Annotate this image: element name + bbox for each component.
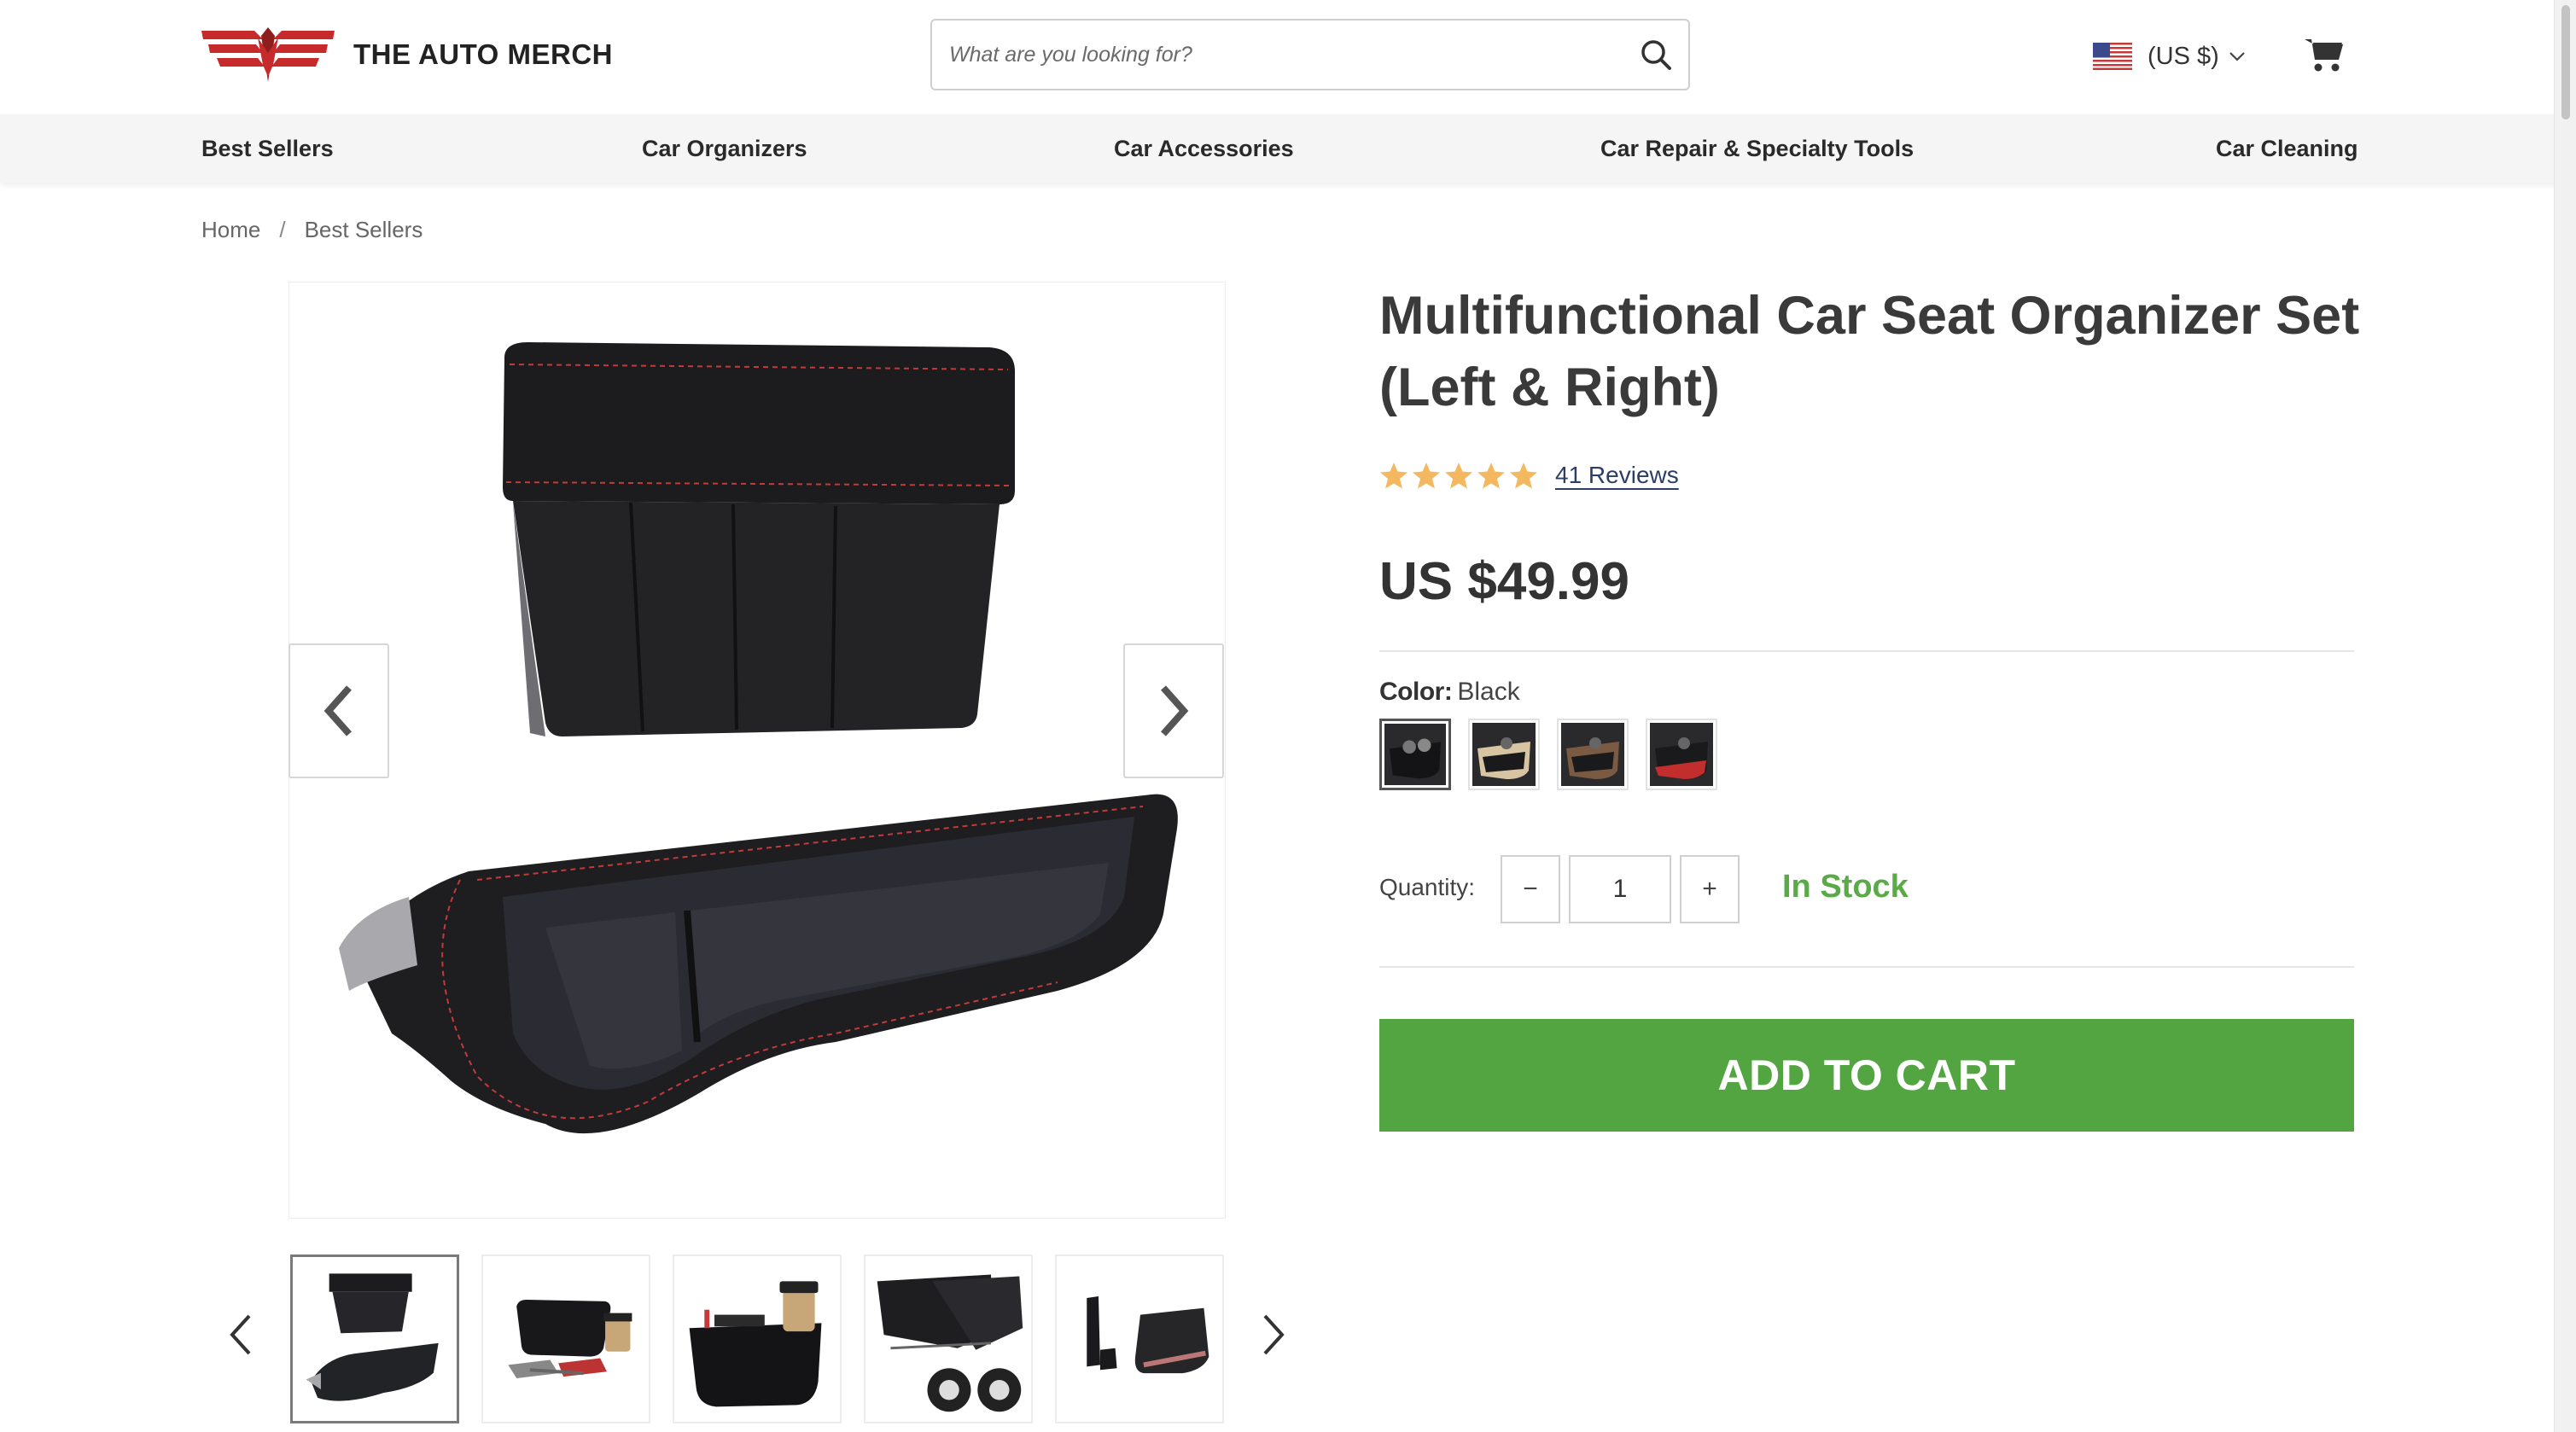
- swatch-red[interactable]: [1646, 719, 1717, 790]
- swatch-brown[interactable]: [1557, 719, 1629, 790]
- star-rating: [1379, 461, 1538, 490]
- breadcrumb-current[interactable]: Best Sellers: [305, 217, 423, 243]
- nav-item-car-cleaning[interactable]: Car Cleaning: [2216, 114, 2358, 183]
- color-selection: Color: Black: [1379, 678, 1520, 707]
- star-icon: [1445, 463, 1472, 489]
- thumbnail-image: [508, 1299, 632, 1379]
- quantity-label: Quantity:: [1379, 874, 1476, 900]
- product-photo: [339, 342, 1178, 1134]
- stock-status: In Stock: [1782, 869, 1909, 905]
- cart-icon[interactable]: [2305, 36, 2344, 73]
- thumbnail-image: [689, 1281, 822, 1407]
- thumbnail-2[interactable]: [481, 1254, 650, 1423]
- star-icon: [1510, 463, 1537, 489]
- swatch-image: [1650, 723, 1713, 786]
- color-swatches: [1379, 719, 1717, 790]
- gallery-next-button[interactable]: [1123, 643, 1224, 778]
- thumbnail-strip: [0, 1254, 1280, 1425]
- nav-item-car-organizers[interactable]: Car Organizers: [642, 114, 807, 183]
- product-price: US $49.99: [1379, 552, 1629, 611]
- search-icon[interactable]: [1639, 38, 1673, 72]
- swatch-image: [1561, 723, 1624, 786]
- search-input[interactable]: [949, 20, 1615, 89]
- quantity-input[interactable]: [1569, 855, 1671, 923]
- swatch-black[interactable]: [1379, 719, 1451, 790]
- currency-selector[interactable]: (US $): [2093, 38, 2247, 75]
- reviews-link[interactable]: 41 Reviews: [1555, 462, 1679, 489]
- gallery-prev-button[interactable]: [288, 643, 389, 778]
- us-flag-icon: [2093, 43, 2132, 70]
- divider: [1379, 650, 2354, 652]
- color-value: Black: [1457, 678, 1520, 706]
- product-title: Multifunctional Car Seat Organizer Set (…: [1379, 286, 2360, 417]
- add-to-cart-button[interactable]: ADD TO CART: [1379, 1019, 2354, 1132]
- thumbnail-3[interactable]: [673, 1254, 842, 1423]
- star-icon: [1380, 463, 1407, 489]
- logo-wings-icon: [201, 27, 335, 82]
- nav-item-car-repair[interactable]: Car Repair & Specialty Tools: [1600, 114, 1914, 183]
- main-nav: Best Sellers Car Organizers Car Accessor…: [0, 114, 2561, 183]
- scrollbar-thumb[interactable]: [2561, 5, 2570, 119]
- search-box: [930, 19, 1690, 90]
- divider: [1379, 966, 2354, 968]
- chevron-left-icon: [323, 685, 352, 736]
- thumbnail-4[interactable]: [864, 1254, 1033, 1423]
- product-rating: 41 Reviews: [1379, 461, 1679, 490]
- thumbnail-5[interactable]: [1055, 1254, 1224, 1423]
- thumbnails-next-icon[interactable]: [1256, 1307, 1291, 1362]
- swatch-image: [1472, 723, 1536, 786]
- star-icon: [1477, 463, 1505, 489]
- brand-logo[interactable]: THE AUTO MERCH: [201, 27, 613, 82]
- nav-item-car-accessories[interactable]: Car Accessories: [1114, 114, 1294, 183]
- brand-name: THE AUTO MERCH: [353, 38, 613, 70]
- site-header: THE AUTO MERCH (US $): [0, 0, 2561, 114]
- star-icon: [1413, 463, 1440, 489]
- nav-item-best-sellers[interactable]: Best Sellers: [201, 114, 334, 183]
- quantity-decrease-button[interactable]: −: [1501, 855, 1560, 923]
- currency-label: (US $): [2148, 42, 2219, 70]
- chevron-down-icon: [2229, 52, 2245, 61]
- thumbnail-image: [1087, 1296, 1209, 1374]
- thumbnail-1[interactable]: [290, 1254, 459, 1423]
- swatch-beige[interactable]: [1468, 719, 1540, 790]
- breadcrumb: Home / Best Sellers: [201, 217, 423, 243]
- color-label: Color:: [1379, 678, 1453, 706]
- chevron-right-icon: [1161, 685, 1189, 736]
- swatch-image: [1384, 724, 1446, 785]
- breadcrumb-home[interactable]: Home: [201, 217, 260, 243]
- product-main-image[interactable]: [288, 282, 1226, 1219]
- page-scrollbar[interactable]: [2554, 0, 2576, 1432]
- breadcrumb-separator: /: [279, 217, 286, 242]
- thumbnail-image: [306, 1273, 439, 1401]
- quantity-increase-button[interactable]: +: [1680, 855, 1740, 923]
- thumbnail-image: [877, 1274, 1023, 1412]
